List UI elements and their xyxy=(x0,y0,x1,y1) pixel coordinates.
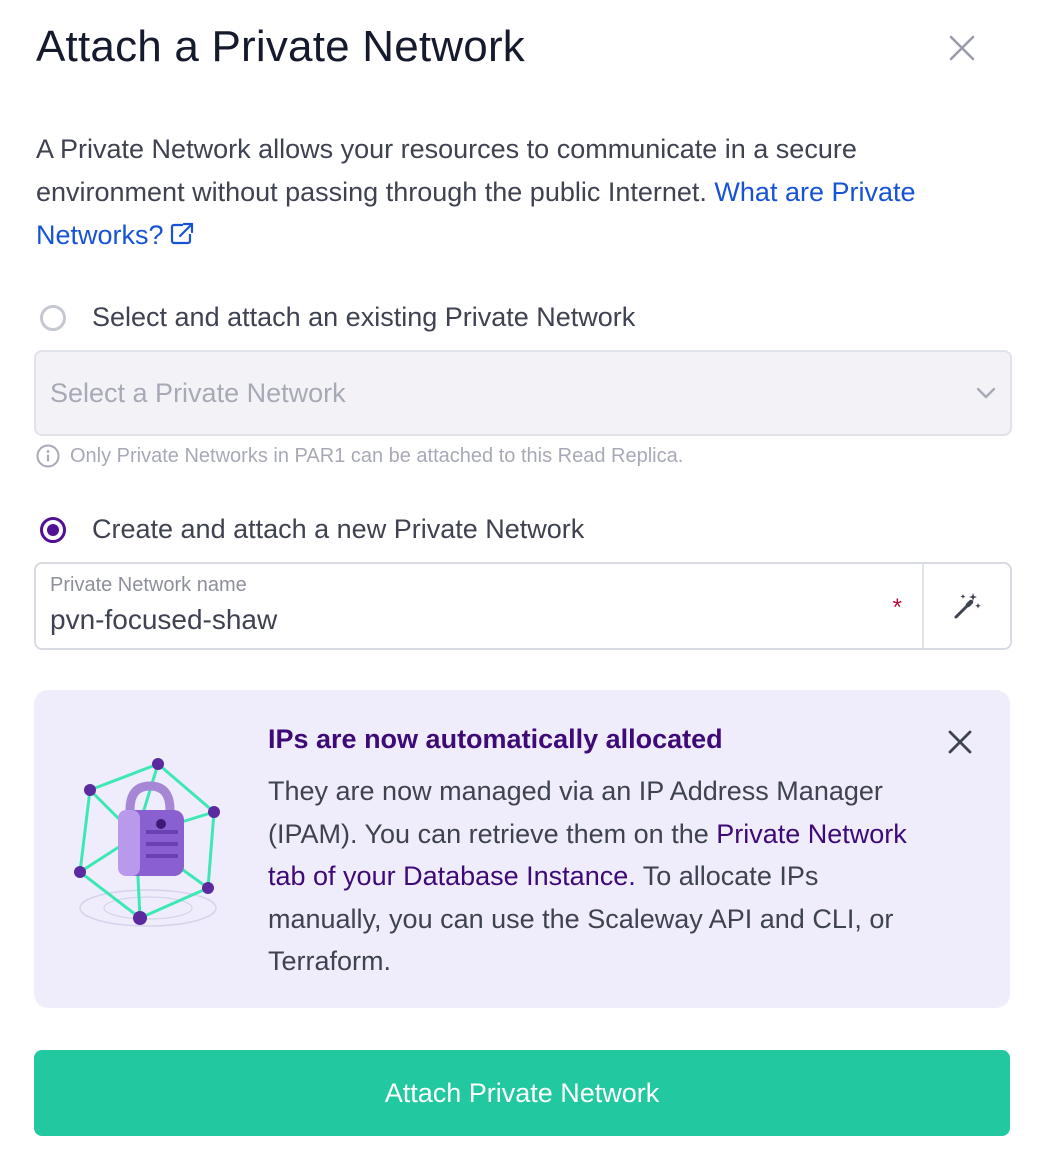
name-field-value[interactable]: pvn-focused-shaw xyxy=(50,604,277,636)
magic-wand-icon xyxy=(954,593,981,619)
radio-existing-network[interactable]: Select and attach an existing Private Ne… xyxy=(40,302,635,333)
helper-text: Only Private Networks in PAR1 can be att… xyxy=(70,444,684,467)
radio-new-label: Create and attach a new Private Network xyxy=(92,514,585,544)
private-network-name-field[interactable]: Private Network name pvn-focused-shaw * xyxy=(34,562,1012,650)
alert-title: IPs are now automatically allocated xyxy=(268,724,723,754)
private-network-select[interactable]: Select a Private Network xyxy=(34,350,1012,436)
dialog-title: Attach a Private Network xyxy=(36,22,525,71)
radio-button-existing[interactable] xyxy=(40,304,66,331)
region-helper-text: Only Private Networks in PAR1 can be att… xyxy=(36,444,683,468)
alert-body: They are now managed via an IP Address M… xyxy=(268,770,928,983)
alert-close-button[interactable] xyxy=(940,722,980,762)
attach-private-network-dialog: Attach a Private Network A Private Netwo… xyxy=(0,0,1040,1164)
network-lock-illustration xyxy=(74,758,220,927)
radio-new-network[interactable]: Create and attach a new Private Network xyxy=(40,514,584,545)
radio-button-new[interactable] xyxy=(40,516,66,543)
info-icon xyxy=(36,444,60,468)
close-icon xyxy=(948,730,972,754)
close-button[interactable] xyxy=(940,26,984,70)
select-placeholder: Select a Private Network xyxy=(50,377,346,408)
chevron-down-icon xyxy=(976,387,996,399)
external-link-icon xyxy=(170,222,194,245)
radio-existing-label: Select and attach an existing Private Ne… xyxy=(92,302,636,332)
name-field-label: Private Network name xyxy=(50,574,247,596)
dialog-description: A Private Network allows your resources … xyxy=(36,128,976,257)
attach-private-network-button[interactable]: Attach Private Network xyxy=(34,1050,1010,1136)
name-input-area[interactable]: Private Network name pvn-focused-shaw * xyxy=(36,564,922,648)
close-icon xyxy=(949,35,975,61)
ipam-info-alert: IPs are now automatically allocated They… xyxy=(34,690,1010,1008)
required-indicator: * xyxy=(892,594,902,621)
generate-name-button[interactable] xyxy=(922,564,1010,648)
